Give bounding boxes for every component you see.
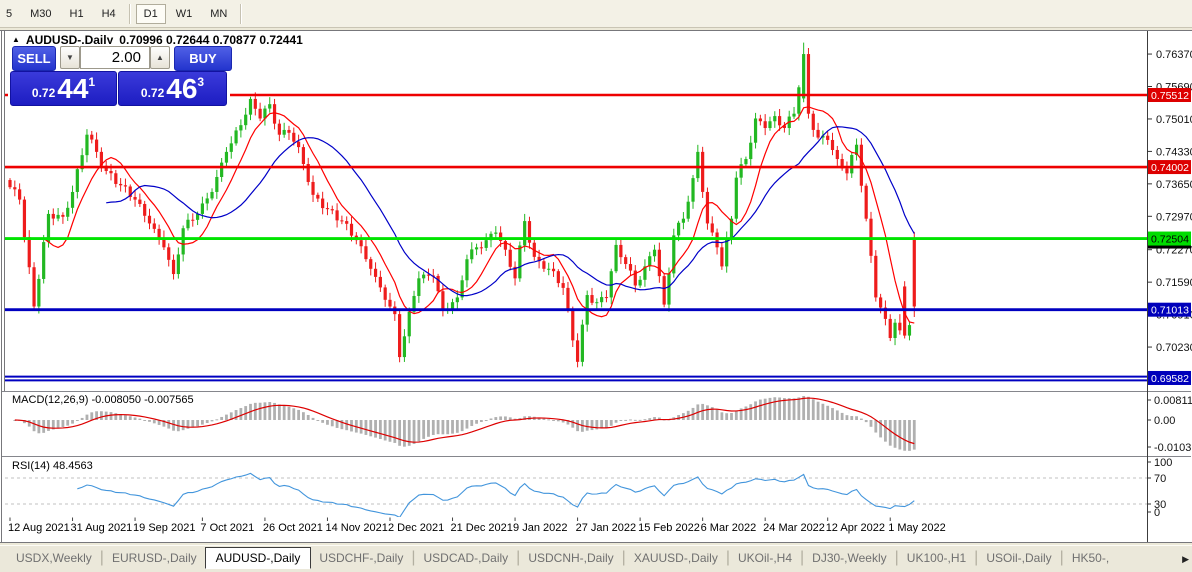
price-level-badge: 0.75512: [1148, 88, 1191, 102]
date-axis-label: 15 Feb 2022: [638, 522, 700, 534]
tab-scroll-right-icon[interactable]: ▶: [1182, 554, 1189, 565]
tab-usdx-weekly[interactable]: USDX,Weekly: [8, 548, 100, 568]
date-axis: 12 Aug 2021 31 Aug 2021 19 Sep 2021 7 Oct 2…: [8, 517, 946, 534]
timeframe-button-w1[interactable]: W1: [168, 4, 201, 24]
date-axis-label: 6 Mar 2022: [701, 522, 757, 534]
macd-values: -0.008050 -0.007565: [91, 394, 194, 406]
price-axis-tick: 0.76370: [1156, 49, 1192, 61]
date-axis-label: 31 Aug 2021: [71, 522, 133, 534]
trading-app: 5 M30 H1 H4 D1 W1 MN 0.76370 0.75690 0.75010 0.74…: [0, 0, 1192, 572]
rsi-axis-tick: 70: [1154, 473, 1166, 485]
macd-name: MACD(12,26,9): [12, 394, 89, 406]
macd-axis-tick: 0.00: [1154, 415, 1175, 427]
macd-axis-tick: 0.00811: [1154, 395, 1192, 407]
rsi-axis-tick: 0: [1154, 507, 1160, 519]
timeframe-button-mn[interactable]: MN: [202, 4, 235, 24]
svg-text:0.74002: 0.74002: [1151, 162, 1189, 174]
price-axis-tick: 0.73650: [1156, 179, 1192, 191]
date-axis-label: 26 Oct 2021: [263, 522, 323, 534]
price-axis-tick: 0.74330: [1156, 146, 1192, 158]
price-axis-tick: 0.70230: [1156, 342, 1192, 354]
price-level-badge: 0.74002: [1148, 160, 1191, 175]
tab-usoil-daily[interactable]: USOil-,Daily: [978, 548, 1059, 568]
rsi-value: 48.4563: [52, 460, 93, 472]
date-axis-label: 9 Jan 2022: [513, 522, 567, 534]
macd-indicator-label: MACD(12,26,9) -0.008050 -0.007565: [12, 394, 194, 406]
rsi-axis-tick: 100: [1154, 457, 1172, 469]
tab-ukoil-h4[interactable]: UKOil-,H4: [730, 548, 800, 568]
sell-price-button[interactable]: 0.72 44 1: [10, 71, 117, 106]
chart-tabs: USDX,Weekly | EURUSD-,Daily AUDUSD-,Daily US…: [0, 546, 1192, 569]
tab-hk50-[interactable]: HK50-,: [1064, 548, 1117, 568]
timeframe-button-5[interactable]: 5: [0, 4, 20, 24]
date-axis-label: 12 Aug 2021: [8, 522, 70, 534]
tab-usdcnh-daily[interactable]: USDCNH-,Daily: [520, 548, 621, 568]
price-level-badge: 0.69582: [1148, 370, 1191, 385]
timeframe-button-d1[interactable]: D1: [135, 3, 166, 24]
timeframe-button-h4[interactable]: H4: [94, 4, 124, 24]
volume-input[interactable]: [80, 46, 150, 69]
svg-text:0.72504: 0.72504: [1151, 234, 1189, 246]
sell-price-sup: 1: [88, 75, 96, 89]
toolbar-separator: [128, 3, 131, 24]
collapse-icon[interactable]: ▲: [12, 36, 20, 44]
price-level-badge: 0.71013: [1148, 302, 1191, 317]
price-axis: 0.763700.756900.750100.743300.736500.729…: [1147, 49, 1192, 385]
ma-fast-line: [43, 106, 915, 324]
pane-frame: [0, 30, 1192, 543]
svg-text:0.69582: 0.69582: [1151, 373, 1189, 385]
price-level-badge: 0.72504: [1148, 231, 1191, 246]
chart-tab-bar: USDX,Weekly | EURUSD-,Daily AUDUSD-,Daily US…: [0, 545, 1192, 572]
timeframe-button-m30[interactable]: M30: [22, 4, 59, 24]
date-axis-label: 14 Nov 2021: [325, 522, 387, 534]
date-axis-label: 19 Sep 2021: [133, 522, 195, 534]
toolbar-separator: [240, 3, 243, 24]
macd-axis-tick: -0.01031: [1154, 442, 1192, 454]
date-axis-label: 1 May 2022: [888, 522, 945, 534]
chart-canvas[interactable]: 0.763700.756900.750100.743300.736500.729…: [0, 30, 1192, 543]
buy-price-sup: 3: [197, 75, 205, 89]
buy-price-big: 46: [166, 72, 198, 104]
buy-price-button[interactable]: 0.72 46 3: [118, 71, 227, 106]
date-axis-label: 12 Apr 2022: [826, 522, 885, 534]
chart-window: 0.76370 0.75690 0.75010 0.74330 0.73650 0.729…: [0, 30, 1192, 543]
date-axis-label: 21 Dec 2021: [451, 522, 513, 534]
sell-price-big: 44: [57, 72, 89, 104]
tab-audusd-daily[interactable]: AUDUSD-,Daily: [204, 546, 312, 569]
rsi-line: [77, 472, 915, 517]
date-axis-label: 27 Jan 2022: [576, 522, 637, 534]
buy-price-base: 0.72: [140, 86, 165, 100]
buy-button[interactable]: BUY: [174, 46, 232, 71]
tab-uk100-h1[interactable]: UK100-,H1: [899, 548, 974, 568]
rsi-name: RSI(14): [12, 460, 50, 472]
one-click-trade-panel: SELL ▼ ▲ BUY 0.72 44 1 0.72 46 3: [8, 44, 232, 106]
date-axis-label: 2 Dec 2021: [388, 522, 444, 534]
timeframe-button-h1[interactable]: H1: [62, 4, 92, 24]
volume-increase-icon[interactable]: ▲: [150, 46, 170, 69]
tab-xauusd-daily[interactable]: XAUUSD-,Daily: [626, 548, 726, 568]
price-axis-tick: 0.75010: [1156, 114, 1192, 126]
rsi-level-lines: [5, 477, 1147, 505]
price-axis-tick: 0.72970: [1156, 211, 1192, 223]
date-axis-label: 24 Mar 2022: [763, 522, 825, 534]
date-axis-label: 7 Oct 2021: [200, 522, 254, 534]
timeframe-toolbar: 5 M30 H1 H4 D1 W1 MN: [0, 0, 1192, 28]
volume-decrease-icon[interactable]: ▼: [60, 46, 80, 69]
horizontal-level-lines[interactable]: [5, 93, 1147, 382]
tab-dj30-weekly[interactable]: DJ30-,Weekly: [804, 548, 894, 568]
svg-text:0.75512: 0.75512: [1151, 90, 1189, 102]
sell-button[interactable]: SELL: [12, 46, 56, 71]
tab-usdchf-daily[interactable]: USDCHF-,Daily: [311, 548, 411, 568]
tab-usdcad-daily[interactable]: USDCAD-,Daily: [415, 548, 516, 568]
sell-price-base: 0.72: [31, 86, 56, 100]
tab-eurusd-daily[interactable]: EURUSD-,Daily: [104, 548, 205, 568]
rsi-indicator-label: RSI(14) 48.4563: [12, 460, 93, 472]
svg-text:0.71013: 0.71013: [1151, 305, 1189, 317]
price-axis-tick: 0.71590: [1156, 277, 1192, 289]
